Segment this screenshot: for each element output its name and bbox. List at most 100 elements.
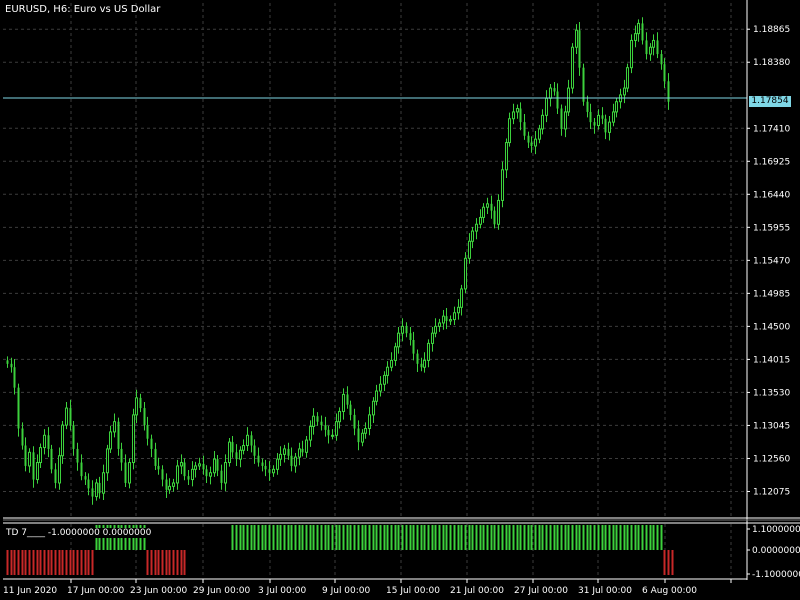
candle-body xyxy=(95,482,98,498)
candle-body xyxy=(187,476,190,480)
chart-window[interactable]: 1.18865 1.18380 1.17410 1.16925 1.16440 1.159… xyxy=(0,0,800,600)
candle-body xyxy=(634,33,637,41)
candle-body xyxy=(17,387,20,429)
candle-body xyxy=(191,468,194,481)
candle-body xyxy=(656,40,659,55)
candle-body xyxy=(279,453,282,460)
candle-body xyxy=(272,468,275,474)
candle-body xyxy=(434,325,437,334)
candle-body xyxy=(423,359,426,368)
time-label: 17 Jun 00:00 xyxy=(67,586,124,596)
candle-body xyxy=(604,118,607,133)
candle-body xyxy=(482,206,485,218)
candle-body xyxy=(593,122,596,126)
candle-body xyxy=(471,230,474,242)
current-price-tag: 1.17854 xyxy=(749,96,791,107)
candles xyxy=(3,17,747,505)
price-label: 1.16440 xyxy=(753,190,790,200)
price-label: 1.16925 xyxy=(753,157,790,167)
price-label: 1.18865 xyxy=(753,25,790,35)
candle-body xyxy=(58,455,61,484)
candle-body xyxy=(102,472,105,494)
candle-body xyxy=(106,448,109,474)
candle-body xyxy=(65,407,68,426)
price-label: 1.17410 xyxy=(753,124,790,134)
candle-body xyxy=(516,108,519,113)
candle-body xyxy=(505,142,508,171)
candle-body xyxy=(283,448,286,455)
indicator-axis-labels: 1.1000000 0.0000000 -1.1000000 xyxy=(747,525,800,580)
candle-body xyxy=(224,462,227,484)
candle-body xyxy=(120,448,123,463)
candle-body xyxy=(32,452,35,480)
candle-body xyxy=(667,81,670,102)
candle-body xyxy=(556,91,559,109)
candle-body xyxy=(623,87,626,96)
candle-body xyxy=(645,40,648,55)
candle-body xyxy=(405,326,408,334)
price-label: 1.15955 xyxy=(753,223,790,233)
candle-body xyxy=(61,424,64,457)
candle-body xyxy=(383,374,386,385)
price-label: 1.14500 xyxy=(753,322,790,332)
candle-body xyxy=(608,121,611,133)
candle-body xyxy=(460,288,463,308)
candle-body xyxy=(630,39,633,69)
candle-body xyxy=(379,383,382,392)
candle-body xyxy=(349,404,352,415)
time-label: 11 Jun 2020 xyxy=(3,586,57,596)
grid xyxy=(3,3,747,577)
candle-body xyxy=(194,465,197,470)
candle-body xyxy=(235,452,238,460)
candle-body xyxy=(157,465,160,470)
candle-body xyxy=(649,46,652,55)
candle-body xyxy=(294,456,297,467)
candle-body xyxy=(564,111,567,130)
candle-body xyxy=(493,210,496,225)
candle-body xyxy=(578,30,581,68)
indicator-title: TD 7____ -1.0000000 0.0000000 xyxy=(5,528,153,538)
candle-body xyxy=(253,445,256,456)
candle-body xyxy=(553,88,556,92)
candle-body xyxy=(386,366,389,376)
time-label: 15 Jul 00:00 xyxy=(386,586,440,596)
candle-body xyxy=(575,29,578,48)
time-label: 29 Jun 00:00 xyxy=(193,586,250,596)
candle-body xyxy=(431,332,434,344)
candle-body xyxy=(320,421,323,426)
time-label: 27 Jul 00:00 xyxy=(514,586,568,596)
candle-body xyxy=(213,458,216,474)
candle-body xyxy=(80,462,83,477)
time-label: 9 Jul 00:00 xyxy=(322,586,371,596)
candle-body xyxy=(146,425,149,439)
candle-body xyxy=(372,400,375,416)
indicator-axis-label: -1.1000000 xyxy=(752,570,800,580)
candle-body xyxy=(205,469,208,477)
candle-body xyxy=(168,485,171,491)
time-label: 6 Aug 00:00 xyxy=(642,586,697,596)
candle-body xyxy=(124,462,127,483)
candle-body xyxy=(512,111,515,120)
chart-canvas[interactable]: 1.18865 1.18380 1.17410 1.16925 1.16440 1.159… xyxy=(0,0,800,600)
candle-body xyxy=(305,439,308,453)
candle-body xyxy=(597,114,600,127)
candle-body xyxy=(394,346,397,361)
candle-body xyxy=(501,169,504,201)
candle-body xyxy=(545,97,548,116)
candle-body xyxy=(50,448,53,470)
candle-body xyxy=(301,448,304,453)
candle-body xyxy=(180,462,183,467)
candle-body xyxy=(43,434,46,449)
candle-body xyxy=(586,101,589,112)
candle-body xyxy=(202,463,205,470)
candle-body xyxy=(139,397,142,409)
time-label: 21 Jul 00:00 xyxy=(450,586,504,596)
candle-body xyxy=(637,22,640,35)
candle-body xyxy=(154,448,157,466)
candle-body xyxy=(534,138,537,147)
candle-body xyxy=(98,482,101,494)
candle-body xyxy=(228,441,231,464)
candle-body xyxy=(47,435,50,449)
candle-body xyxy=(364,427,367,434)
candle-body xyxy=(420,363,423,368)
